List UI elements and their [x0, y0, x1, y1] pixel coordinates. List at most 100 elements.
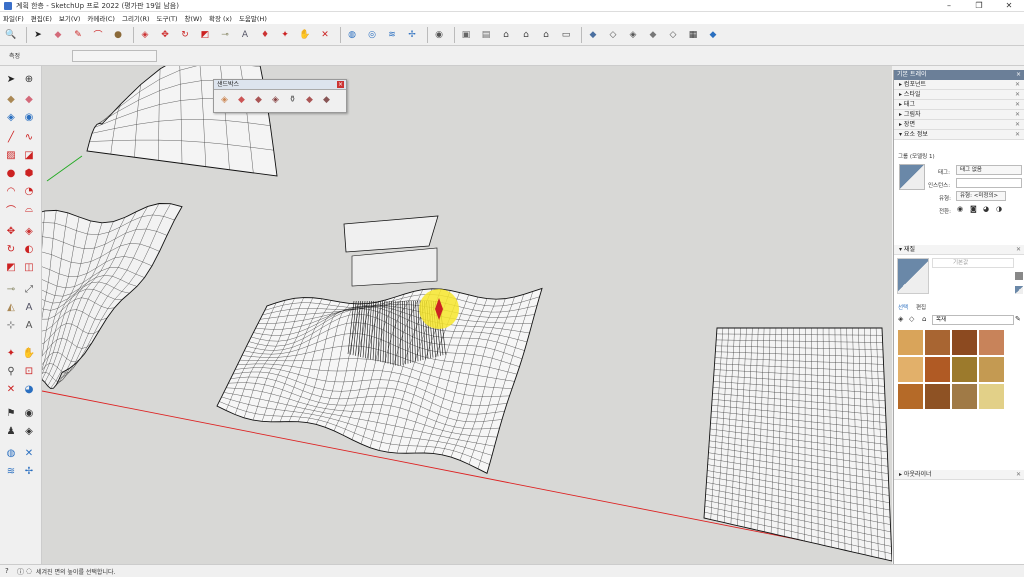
material-swatch[interactable]: [925, 357, 950, 382]
xray-style-icon[interactable]: ◆: [585, 27, 601, 43]
type-select[interactable]: 유형: <미정의>: [956, 191, 1006, 201]
drape-icon[interactable]: ⚱: [286, 93, 299, 106]
front-view-icon[interactable]: ⌂: [498, 27, 514, 43]
tray-section-shadows[interactable]: ▸ 그림자 ✕: [894, 110, 1024, 120]
create-material-icon[interactable]: [1015, 272, 1023, 280]
left-view-icon[interactable]: ▭: [558, 27, 574, 43]
hidden-line-style-icon[interactable]: ◈: [625, 27, 641, 43]
material-swatch[interactable]: [925, 384, 950, 409]
close-icon[interactable]: ✕: [1016, 245, 1021, 255]
sandbox-stamp-icon[interactable]: ✢: [22, 464, 36, 478]
tray-section-outliner[interactable]: ▸ 아웃라이너 ✕: [894, 470, 1024, 480]
orbit-icon[interactable]: ✦: [277, 27, 293, 43]
select-tool-icon[interactable]: ➤: [30, 27, 46, 43]
previous-view-icon[interactable]: ◕: [22, 382, 36, 396]
text-icon[interactable]: A: [22, 300, 36, 314]
close-icon[interactable]: ✕: [1015, 110, 1020, 120]
minimize-button[interactable]: –: [934, 0, 964, 12]
receive-shadow-toggle-icon[interactable]: ◑: [996, 205, 1002, 213]
shaded-texture-style-icon[interactable]: ◇: [665, 27, 681, 43]
sandbox-stamp-icon[interactable]: ✢: [404, 27, 420, 43]
zoom-window-icon[interactable]: ⊡: [22, 364, 36, 378]
menu-help[interactable]: 도움말(H): [239, 13, 267, 23]
close-icon[interactable]: ✕: [1016, 470, 1021, 480]
tag-icon[interactable]: ◈: [4, 110, 18, 124]
material-swatch[interactable]: [979, 330, 1004, 355]
position-camera-icon[interactable]: ⚑: [4, 406, 18, 420]
material-swatch[interactable]: [979, 357, 1004, 382]
move-icon[interactable]: ✥: [4, 224, 18, 238]
measurements-input[interactable]: [72, 50, 157, 62]
material-swatch[interactable]: [952, 384, 977, 409]
protractor-icon[interactable]: ◭: [4, 300, 18, 314]
pan-icon[interactable]: ✋: [297, 27, 313, 43]
menu-draw[interactable]: 그리기(R): [122, 13, 150, 23]
text-icon[interactable]: A: [237, 27, 253, 43]
sandbox-scratch-icon[interactable]: ◎: [364, 27, 380, 43]
eraser-icon[interactable]: ◆: [50, 27, 66, 43]
arc-icon[interactable]: ⌒: [90, 27, 106, 43]
from-scratch-icon[interactable]: ◆: [235, 93, 248, 106]
sandbox-toolbar-header[interactable]: 샌드박스 ×: [214, 80, 346, 90]
material-swatch[interactable]: [898, 384, 923, 409]
rotate-icon[interactable]: ↻: [4, 242, 18, 256]
from-contours-icon[interactable]: ◈: [218, 93, 231, 106]
close-icon[interactable]: ✕: [1015, 120, 1020, 130]
material-swatch[interactable]: [925, 330, 950, 355]
tab-select[interactable]: 선택: [898, 303, 908, 311]
help-icon[interactable]: ?: [5, 567, 9, 575]
sandbox-close-button[interactable]: ×: [337, 81, 344, 88]
section-icon[interactable]: ◉: [22, 110, 36, 124]
tray-section-components[interactable]: ▸ 컴포넌트 ✕: [894, 80, 1024, 90]
cast-shadow-toggle-icon[interactable]: ◕: [983, 205, 989, 213]
zoom-extents-icon[interactable]: ✕: [4, 382, 18, 396]
menu-view[interactable]: 보기(V): [59, 13, 80, 23]
two-point-arc-icon[interactable]: ⌒: [4, 202, 18, 217]
material-name-field[interactable]: 기본값: [932, 258, 1014, 268]
orbit-icon[interactable]: ✦: [4, 346, 18, 360]
material-swatch[interactable]: [898, 330, 923, 355]
tape-measure-icon[interactable]: ⊸: [4, 282, 18, 296]
add-detail-icon[interactable]: ◆: [303, 93, 316, 106]
menu-window[interactable]: 창(W): [185, 13, 202, 23]
tray-section-tags[interactable]: ▸ 태그 ✕: [894, 100, 1024, 110]
zoom-icon[interactable]: ⚲: [4, 364, 18, 378]
home-icon[interactable]: ⌂: [922, 315, 926, 323]
account-icon[interactable]: ◉: [431, 27, 447, 43]
forward-icon[interactable]: ◇: [909, 315, 914, 323]
model-scene[interactable]: [42, 66, 892, 564]
rotate-icon[interactable]: ↻: [177, 27, 193, 43]
follow-me-icon[interactable]: ◐: [22, 242, 36, 256]
tray-close-button[interactable]: ×: [1016, 70, 1021, 80]
flip-edge-icon[interactable]: ◆: [320, 93, 333, 106]
sandbox-contours-icon[interactable]: ◍: [344, 27, 360, 43]
polygon-icon[interactable]: ⬢: [22, 166, 36, 180]
menu-file[interactable]: 파일(F): [3, 13, 24, 23]
lock-toggle-icon[interactable]: ◙: [970, 205, 977, 213]
restore-button[interactable]: ❐: [964, 0, 994, 12]
close-icon[interactable]: ✕: [1015, 90, 1020, 100]
tape-measure-icon[interactable]: ⊸: [217, 27, 233, 43]
pan-icon[interactable]: ✋: [22, 346, 36, 360]
sandbox-smoove-icon[interactable]: ≋: [384, 27, 400, 43]
circle-icon[interactable]: ●: [4, 166, 18, 180]
scale-icon[interactable]: ◩: [4, 260, 18, 274]
look-around-icon[interactable]: ◉: [22, 406, 36, 420]
monochrome-style-icon[interactable]: ▦: [685, 27, 701, 43]
menu-edit[interactable]: 편집(E): [31, 13, 52, 23]
top-view-icon[interactable]: ▤: [478, 27, 494, 43]
push-pull-icon[interactable]: ◈: [137, 27, 153, 43]
rotated-rect-icon[interactable]: ◪: [22, 148, 36, 162]
back-icon[interactable]: ◈: [898, 315, 903, 323]
rectangle-icon[interactable]: ▨: [4, 148, 18, 162]
instructor-icon[interactable]: ◌: [26, 567, 32, 575]
material-swatch[interactable]: [979, 384, 1004, 409]
close-icon[interactable]: ✕: [1015, 100, 1020, 110]
menu-camera[interactable]: 카메라(C): [87, 13, 115, 23]
right-view-icon[interactable]: ⌂: [518, 27, 534, 43]
solid-tools-icon[interactable]: ◆: [705, 27, 721, 43]
eraser-icon[interactable]: ◆: [22, 92, 36, 106]
tab-edit[interactable]: 편집: [916, 303, 926, 311]
visibility-toggle-icon[interactable]: ◉: [957, 205, 963, 213]
3d-viewport[interactable]: [42, 66, 892, 564]
